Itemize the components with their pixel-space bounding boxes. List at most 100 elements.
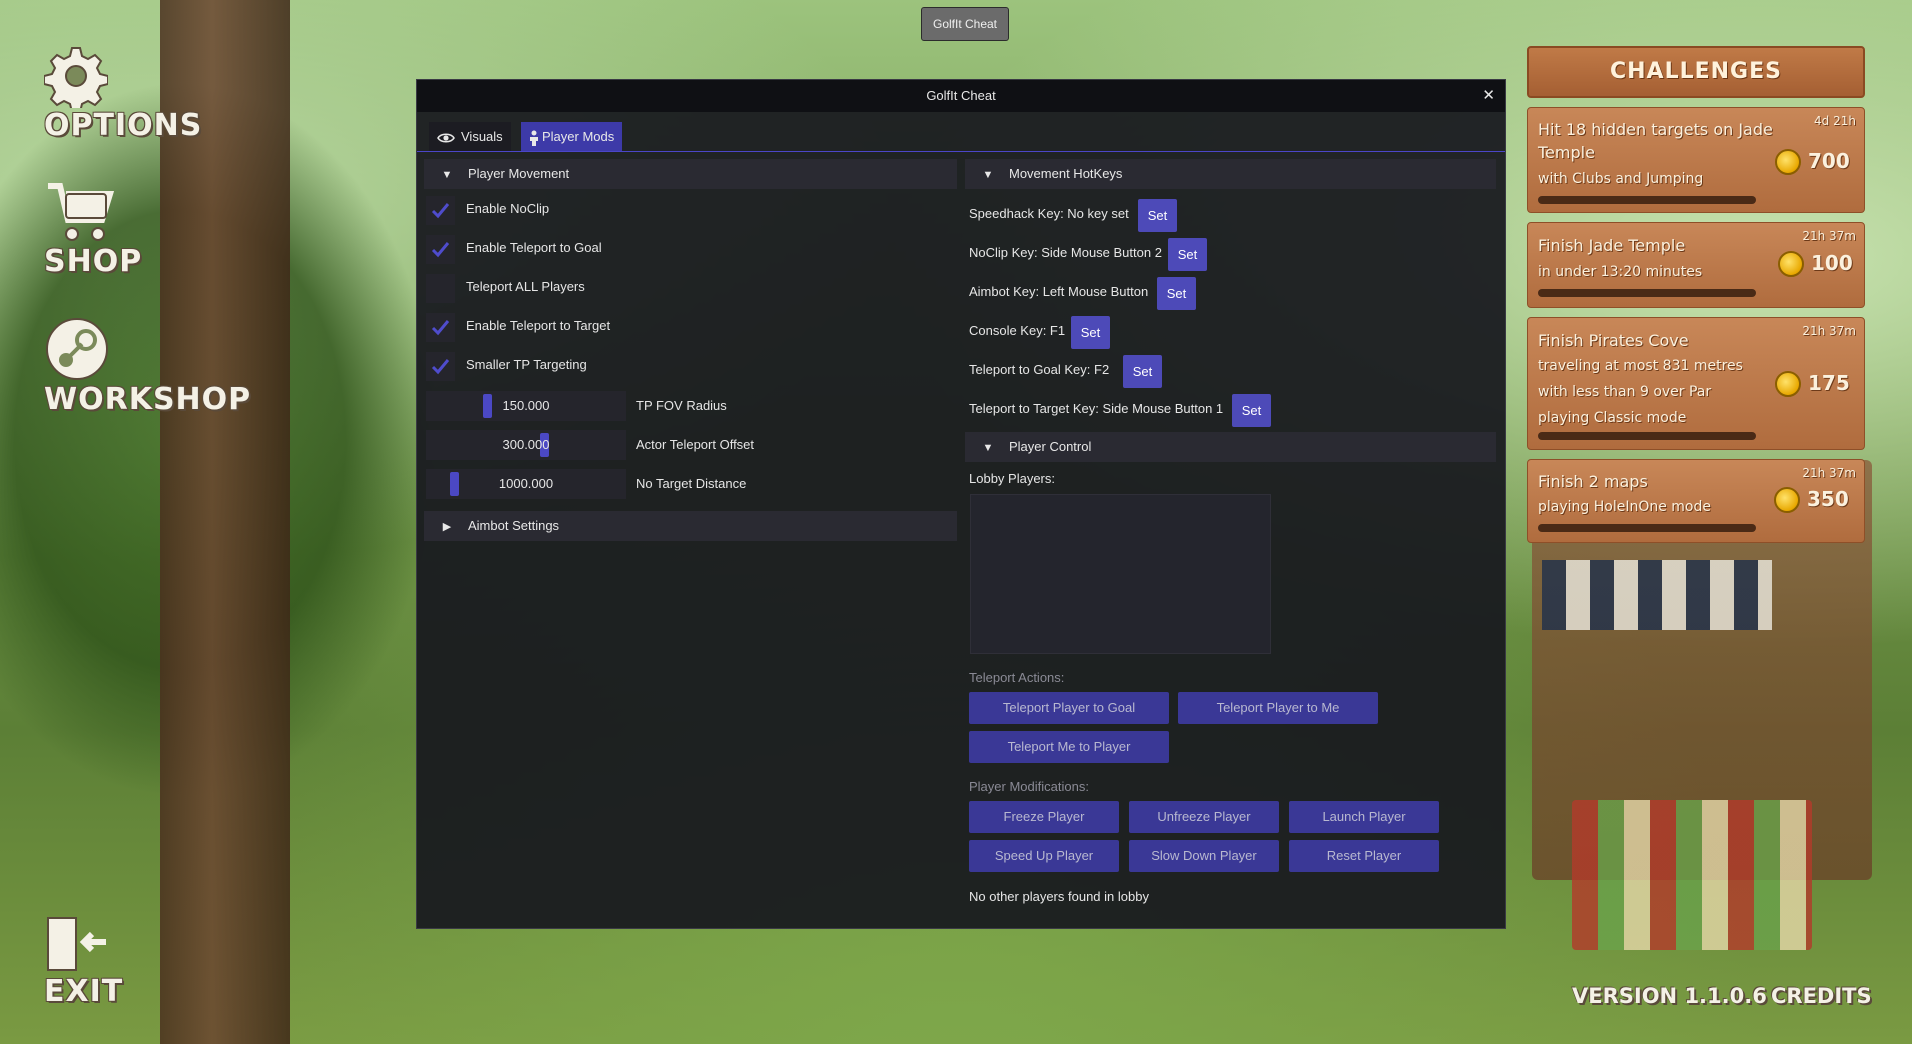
slider-value: 300.000 [502,437,550,452]
section-player-control[interactable]: ▼ Player Control [965,432,1496,462]
challenge-text: with Clubs and Jumping [1538,171,1704,187]
set-key-button[interactable]: Set [1123,355,1162,388]
challenge-text: Finish Jade Temple [1538,236,1686,255]
steam-icon [46,318,108,380]
slow-down-player-button[interactable]: Slow Down Player [1129,840,1279,872]
tab-visuals[interactable]: Visuals [429,122,511,151]
checkbox-row-teleport-all[interactable]: Teleport ALL Players [426,271,826,303]
challenge-text: playing HoleInOne mode [1538,499,1711,515]
tab-player-mods[interactable]: Player Mods [521,122,623,151]
expanded-triangle-icon: ▼ [982,169,994,181]
person-icon [530,130,538,146]
challenge-card[interactable]: 21h 37m Finish Jade Temple in under 13:2… [1527,222,1865,308]
hotkey-label: Console Key: F1 [969,323,1066,338]
close-icon[interactable]: ✕ [1482,80,1495,112]
cheat-menu-toggle-button[interactable]: GolfIt Cheat [921,7,1009,41]
unfreeze-player-button[interactable]: Unfreeze Player [1129,801,1279,833]
hotkey-label: Aimbot Key: Left Mouse Button [969,284,1149,299]
reset-player-button[interactable]: Reset Player [1289,840,1439,872]
checkbox-label: Enable NoClip [466,201,550,216]
challenge-time: 21h 37m [1802,324,1856,338]
checkmark-icon [431,242,450,258]
slider-grab[interactable] [483,394,492,418]
challenge-text: traveling at most 831 metres [1538,358,1743,374]
hotkey-label: Teleport to Target Key: Side Mouse Butto… [969,401,1224,416]
checkmark-icon [431,320,450,336]
checkbox-row-teleport-goal[interactable]: Enable Teleport to Goal [426,232,826,264]
challenge-text: in under 13:20 minutes [1538,264,1703,280]
checkbox-row-smaller-tp[interactable]: Smaller TP Targeting [426,349,826,381]
section-player-movement[interactable]: ▼ Player Movement [424,159,957,189]
challenge-reward: 100 [1811,251,1853,275]
challenge-text: with less than 9 over Par [1538,384,1712,400]
slider-fov-radius[interactable]: 150.000 [426,391,626,421]
challenge-card[interactable]: 4d 21h Hit 18 hidden targets on Jade Tem… [1527,107,1865,213]
background-tree-trunk [160,0,290,1044]
hotkey-row-noclip: NoClip Key: Side Mouse Button 2 Set [969,238,1469,274]
tab-visuals-label: Visuals [461,129,503,144]
slider-grab[interactable] [450,472,459,496]
section-movement-hotkeys[interactable]: ▼ Movement HotKeys [965,159,1496,189]
coin-icon [1774,487,1800,513]
set-key-button[interactable]: Set [1138,199,1177,232]
checkbox[interactable] [426,235,455,264]
background-cart [1572,800,1812,950]
hotkey-row-console: Console Key: F1 Set [969,316,1469,352]
checkbox[interactable] [426,313,455,342]
version-text: VERSION 1.1.0.6 [1572,984,1767,1008]
challenge-card[interactable]: 21h 37m Finish Pirates Cove traveling at… [1527,317,1865,450]
window-titlebar[interactable]: GolfIt Cheat ✕ [417,80,1505,112]
challenge-progress-bar [1538,289,1756,297]
coin-icon [1775,149,1801,175]
challenge-text: Temple [1538,143,1595,162]
exit-door-icon [47,917,106,971]
teleport-player-to-me-button[interactable]: Teleport Player to Me [1178,692,1378,724]
challenge-progress-bar [1538,432,1756,440]
window-title: GolfIt Cheat [926,88,996,103]
menu-workshop-label: WORKSHOP [44,382,252,417]
checkbox-label: Enable Teleport to Goal [466,240,602,255]
challenge-time: 4d 21h [1814,114,1856,128]
section-hotkeys-title: Movement HotKeys [1009,166,1123,181]
menu-workshop[interactable]: WORKSHOP [44,316,251,417]
lobby-players-list[interactable] [970,494,1271,654]
speed-up-player-button[interactable]: Speed Up Player [969,840,1119,872]
checkbox-row-teleport-target[interactable]: Enable Teleport to Target [426,310,826,342]
menu-shop[interactable]: SHOP [44,180,142,279]
checkbox[interactable] [426,196,455,225]
hotkey-label: Teleport to Goal Key: F2 [969,362,1110,377]
menu-options[interactable]: OPTIONS [44,44,202,143]
background-awning [1542,560,1772,630]
slider-no-target-distance[interactable]: 1000.000 [426,469,626,499]
teleport-me-to-player-button[interactable]: Teleport Me to Player [969,731,1169,763]
launch-player-button[interactable]: Launch Player [1289,801,1439,833]
credits-button[interactable]: CREDITS [1771,984,1872,1008]
challenge-card[interactable]: 21h 37m Finish 2 maps playing HoleInOne … [1527,459,1865,543]
set-key-button[interactable]: Set [1168,238,1207,271]
section-player-control-title: Player Control [1009,439,1092,454]
menu-exit[interactable]: EXIT [44,914,123,1009]
checkbox[interactable] [426,274,455,303]
set-key-button[interactable]: Set [1232,394,1271,427]
checkbox-label: Teleport ALL Players [466,279,585,294]
lobby-players-label: Lobby Players: [969,471,1055,486]
checkbox[interactable] [426,352,455,381]
set-key-button[interactable]: Set [1157,277,1196,310]
challenge-text: Finish 2 maps [1538,472,1648,491]
slider-actor-offset[interactable]: 300.000 [426,430,626,460]
expanded-triangle-icon: ▼ [441,169,453,181]
challenge-reward: 175 [1808,371,1850,395]
slider-value: 1000.000 [498,476,554,491]
cart-icon [48,183,114,241]
set-key-button[interactable]: Set [1071,316,1110,349]
checkbox-row-noclip[interactable]: Enable NoClip [426,193,826,225]
slider-row-fov-radius: 150.000 TP FOV Radius [426,391,826,423]
hotkey-label: Speedhack Key: No key set [969,206,1129,221]
challenge-time: 21h 37m [1802,466,1856,480]
checkmark-icon [431,359,450,375]
freeze-player-button[interactable]: Freeze Player [969,801,1119,833]
teleport-player-to-goal-button[interactable]: Teleport Player to Goal [969,692,1169,724]
section-aimbot-title: Aimbot Settings [468,518,560,533]
section-aimbot-settings[interactable]: ▶ Aimbot Settings [424,511,957,541]
hotkey-row-teleport-goal: Teleport to Goal Key: F2 Set [969,355,1469,391]
